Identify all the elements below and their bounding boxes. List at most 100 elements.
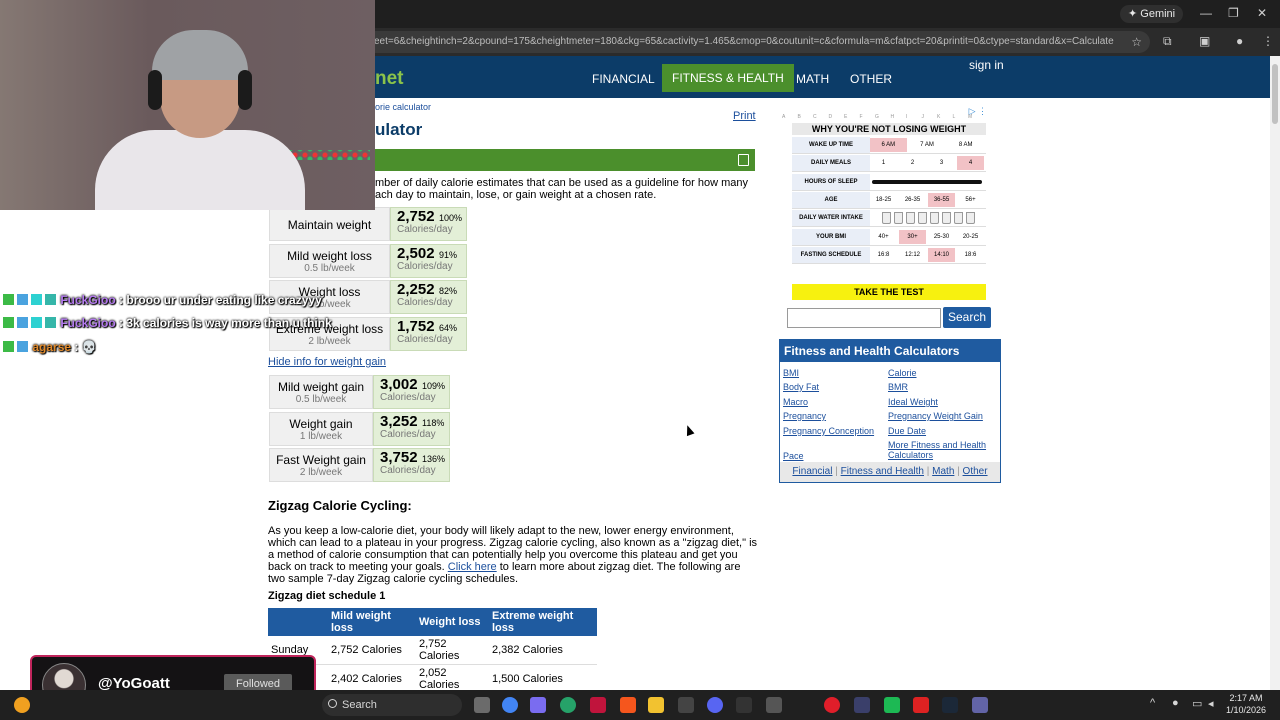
minimize-icon[interactable]: — bbox=[1200, 6, 1212, 20]
water-cup-icon[interactable] bbox=[954, 212, 963, 225]
water-cup-icon[interactable] bbox=[966, 212, 975, 225]
save-icon[interactable] bbox=[738, 154, 749, 166]
calc-link-macro[interactable]: Macro bbox=[783, 397, 808, 407]
close-icon[interactable]: ✕ bbox=[1257, 6, 1267, 20]
footer-link-math[interactable]: Math bbox=[932, 466, 954, 477]
system-clock[interactable]: 2:17 AM 1/10/2026 bbox=[1222, 692, 1270, 716]
quiz-option[interactable]: 20-25 bbox=[957, 230, 984, 244]
sleep-slider[interactable] bbox=[872, 179, 982, 184]
quiz-option[interactable]: 7 AM bbox=[909, 138, 946, 152]
app-icon[interactable] bbox=[678, 697, 694, 713]
bookmark-star-icon[interactable]: ☆ bbox=[1131, 31, 1142, 53]
quiz-option[interactable]: 2 bbox=[899, 156, 926, 170]
teams-icon[interactable] bbox=[972, 697, 988, 713]
calc-link-pace[interactable]: Pace bbox=[783, 451, 804, 461]
taskbar-search[interactable]: Search bbox=[322, 694, 462, 716]
nav-other[interactable]: OTHER bbox=[850, 72, 892, 86]
calorie-unit: Calories/day bbox=[397, 260, 453, 272]
scrollbar-thumb[interactable] bbox=[1272, 64, 1278, 124]
quiz-option[interactable]: 30+ bbox=[899, 229, 926, 244]
water-cup-icon[interactable] bbox=[882, 212, 891, 225]
search-button[interactable]: Search bbox=[943, 307, 991, 328]
weather-icon[interactable] bbox=[14, 697, 30, 713]
quiz-option[interactable]: 4 bbox=[957, 156, 984, 171]
restore-icon[interactable]: ❐ bbox=[1228, 6, 1239, 20]
app-icon[interactable] bbox=[736, 697, 752, 713]
breadcrumb[interactable]: orie calculator bbox=[375, 102, 431, 112]
address-bar[interactable]: eet=6&cheightinch=2&cpound=175&cheightme… bbox=[360, 31, 1150, 53]
app-icon[interactable] bbox=[590, 697, 606, 713]
quiz-option[interactable]: 16:8 bbox=[870, 248, 897, 262]
folder-icon[interactable] bbox=[648, 697, 664, 713]
quiz-option[interactable]: 26-35 bbox=[899, 193, 926, 207]
zigzag-click-here-link[interactable]: Click here bbox=[448, 561, 497, 573]
chrome-icon[interactable] bbox=[502, 697, 518, 713]
brave-icon[interactable] bbox=[620, 697, 636, 713]
calorie-value: 3,252 bbox=[380, 412, 418, 430]
calc-link-bmi[interactable]: BMI bbox=[783, 368, 799, 378]
quiz-option[interactable]: 25-30 bbox=[928, 230, 955, 244]
volume-icon[interactable]: ◂ bbox=[1208, 697, 1214, 710]
menu-icon[interactable]: ⋮ bbox=[1262, 34, 1274, 48]
calc-link-bmr[interactable]: BMR bbox=[888, 382, 908, 392]
network-icon[interactable]: ▭ bbox=[1192, 697, 1202, 710]
quiz-option[interactable]: 14:10 bbox=[928, 247, 955, 262]
calc-link-ideal-weight[interactable]: Ideal Weight bbox=[888, 397, 938, 407]
task-view-icon[interactable] bbox=[474, 697, 490, 713]
site-logo[interactable]: net bbox=[375, 68, 404, 90]
calc-link-pregnancy-conception[interactable]: Pregnancy Conception bbox=[783, 426, 874, 436]
quiz-option[interactable]: 56+ bbox=[957, 193, 984, 207]
profile-icon[interactable]: ● bbox=[1236, 34, 1243, 48]
quiz-option[interactable]: 36-55 bbox=[928, 192, 955, 207]
water-cup-icon[interactable] bbox=[894, 212, 903, 225]
xbox-icon[interactable] bbox=[560, 697, 576, 713]
copilot-icon[interactable] bbox=[530, 697, 546, 713]
app-icon[interactable] bbox=[884, 697, 900, 713]
table-cell: 2,382 Calories bbox=[489, 636, 597, 665]
nav-financial[interactable]: FINANCIAL bbox=[592, 72, 655, 86]
sign-in-link[interactable]: sign in bbox=[969, 58, 1004, 72]
opera-icon[interactable] bbox=[824, 697, 840, 713]
footer-link-financial[interactable]: Financial bbox=[792, 466, 832, 477]
water-cup-icon[interactable] bbox=[942, 212, 951, 225]
take-the-test-button[interactable]: TAKE THE TEST bbox=[792, 284, 986, 300]
calc-link-pregnancy-weight-gain[interactable]: Pregnancy Weight Gain bbox=[888, 411, 983, 421]
steam-icon[interactable] bbox=[942, 697, 958, 713]
calc-link-body-fat[interactable]: Body Fat bbox=[783, 382, 819, 392]
app-icon[interactable] bbox=[913, 697, 929, 713]
quiz-option[interactable]: 3 bbox=[928, 156, 955, 170]
water-cup-icon[interactable] bbox=[906, 212, 915, 225]
water-cup-icon[interactable] bbox=[918, 212, 927, 225]
hide-weight-gain-link[interactable]: Hide info for weight gain bbox=[268, 356, 386, 368]
footer-link-fitness[interactable]: Fitness and Health bbox=[841, 466, 924, 477]
water-cup-icon[interactable] bbox=[930, 212, 939, 225]
print-link[interactable]: Print bbox=[733, 110, 756, 122]
screenshot-icon[interactable]: ▣ bbox=[1199, 34, 1210, 48]
quiz-ad[interactable]: ▷ ⋮ ABCDEFGHIJKLM WHY YOU'RE NOT LOSING … bbox=[779, 106, 1001, 300]
quiz-option[interactable]: 18-25 bbox=[870, 193, 897, 207]
nav-math[interactable]: MATH bbox=[796, 72, 829, 86]
calc-link-due-date[interactable]: Due Date bbox=[888, 426, 926, 436]
microphone-icon[interactable]: ● bbox=[1172, 697, 1179, 709]
calc-link-more[interactable]: More Fitness and Health Calculators bbox=[888, 440, 998, 460]
calc-link-pregnancy[interactable]: Pregnancy bbox=[783, 411, 826, 421]
search-input[interactable] bbox=[787, 308, 941, 328]
quiz-option[interactable]: 1 bbox=[870, 156, 897, 170]
nav-fitness-health[interactable]: FITNESS & HEALTH bbox=[662, 64, 794, 92]
gemini-button[interactable]: ✦ Gemini bbox=[1120, 5, 1184, 23]
result-rate: 1 lb/week bbox=[299, 430, 343, 442]
chevron-up-icon[interactable]: ^ bbox=[1150, 697, 1155, 709]
result-rate: 0.5 lb/week bbox=[304, 262, 355, 274]
footer-link-other[interactable]: Other bbox=[963, 466, 988, 477]
quiz-option[interactable]: 40+ bbox=[870, 230, 897, 244]
quiz-option[interactable]: 6 AM bbox=[870, 138, 907, 152]
quiz-option[interactable]: 8 AM bbox=[947, 138, 984, 152]
quiz-option[interactable]: 18:6 bbox=[957, 248, 984, 262]
page-scrollbar[interactable] bbox=[1270, 56, 1280, 690]
discord-icon[interactable] bbox=[707, 697, 723, 713]
calc-link-calorie[interactable]: Calorie bbox=[888, 368, 917, 378]
quiz-option[interactable]: 12:12 bbox=[899, 248, 926, 262]
extensions-icon[interactable]: ⧉ bbox=[1163, 34, 1172, 49]
keyboard-icon[interactable] bbox=[766, 697, 782, 713]
app-icon[interactable] bbox=[854, 697, 870, 713]
